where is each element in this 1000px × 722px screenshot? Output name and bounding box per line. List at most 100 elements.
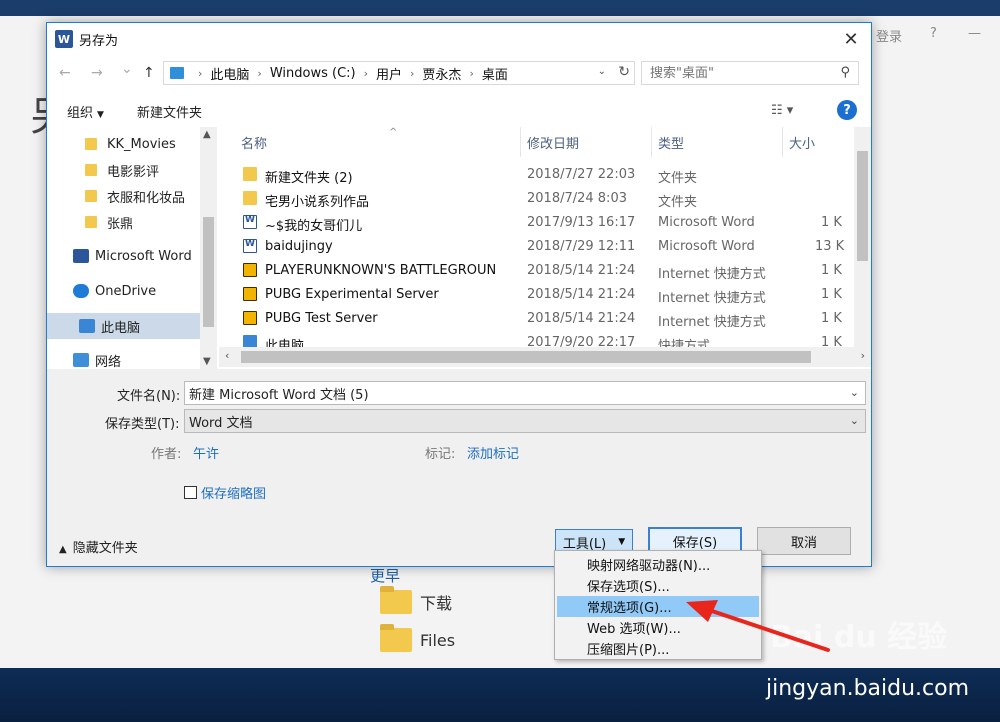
nav-item-microsoft-word[interactable]: Microsoft Word (47, 243, 200, 269)
folder-icon (243, 167, 257, 181)
nav-item-zhangding[interactable]: 张鼎 (47, 209, 200, 235)
cloud-icon (73, 284, 89, 298)
organize-button[interactable]: 组织 ▼ (67, 102, 104, 121)
chevron-left-icon[interactable]: ‹ (225, 349, 229, 362)
network-icon (73, 353, 89, 367)
file-row[interactable]: ~$我的女哥们儿 2017/9/13 16:17 Microsoft Word … (219, 211, 851, 235)
dialog-titlebar[interactable]: W 另存为 ✕ (47, 23, 871, 55)
computer-icon (170, 67, 184, 79)
nav-item-movie-reviews[interactable]: 电影影评 (47, 157, 200, 183)
add-tags-link[interactable]: 添加标记 (467, 443, 519, 462)
word-doc-icon (243, 239, 257, 253)
recent-item-files[interactable]: Files (380, 624, 456, 652)
search-box[interactable]: ⚲ (641, 61, 859, 85)
column-header-type[interactable]: 类型 (652, 127, 783, 157)
filename-field[interactable]: 新建 Microsoft Word 文档 (5) ⌄ (184, 381, 866, 405)
filetype-value: Word 文档 (189, 415, 253, 431)
menu-item-map-network-drive[interactable]: 映射网络驱动器(N)... (557, 554, 759, 575)
column-header-name[interactable]: 名称 ^ (235, 127, 521, 157)
watermark-url: jingyan.baidu.com (766, 676, 970, 701)
filename-value: 新建 Microsoft Word 文档 (5) (189, 387, 369, 403)
recent-item-label: Files (420, 630, 456, 650)
breadcrumb-item[interactable]: 贾永杰 (422, 64, 461, 83)
recent-item-label: 下载 (420, 594, 453, 613)
menu-item-compress-pictures[interactable]: 压缩图片(P)... (557, 638, 759, 659)
chevron-right-icon[interactable]: › (861, 349, 865, 362)
up-arrow-icon[interactable]: ↑ (143, 65, 155, 81)
file-list-vertical-scrollbar[interactable] (854, 127, 871, 347)
file-row[interactable]: baidujingy 2018/7/29 12:11 Microsoft Wor… (219, 235, 851, 259)
file-list-horizontal-scrollbar[interactable]: ‹ › (219, 347, 871, 367)
menu-item-save-options[interactable]: 保存选项(S)... (557, 575, 759, 596)
nav-item-clothes[interactable]: 衣服和化妆品 (47, 183, 200, 209)
save-as-dialog: W 另存为 ✕ ← → ⌄ ↑ › 此电脑 › Windows (C:) › 用… (46, 22, 872, 567)
nav-item-onedrive[interactable]: OneDrive (47, 278, 200, 304)
chevron-down-icon: ▼ (618, 537, 626, 547)
pubg-shortcut-icon (243, 263, 257, 277)
save-thumbnail-row[interactable]: 保存缩略图 (184, 483, 266, 502)
scrollbar-thumb[interactable] (203, 217, 214, 327)
file-row[interactable]: 新建文件夹 (2) 2018/7/27 22:03 文件夹 (219, 163, 851, 187)
nav-item-kk-movies[interactable]: KK_Movies (47, 131, 200, 157)
hide-folders-toggle[interactable]: ▲ 隐藏文件夹 (59, 537, 138, 556)
address-bar[interactable]: › 此电脑 › Windows (C:) › 用户 › 贾永杰 › 桌面 ⌄ ↻ (163, 61, 635, 85)
folder-icon (85, 138, 97, 150)
file-row[interactable]: PLAYERUNKNOWN'S BATTLEGROUN 2018/5/14 21… (219, 259, 851, 283)
save-thumbnail-label: 保存缩略图 (201, 487, 267, 502)
scrollbar-thumb[interactable] (857, 151, 868, 261)
pubg-shortcut-icon (243, 311, 257, 325)
word-title-bar (0, 0, 1000, 16)
forward-arrow-icon[interactable]: → (91, 65, 103, 81)
nav-pane-scrollbar[interactable]: ▲ ▼ (200, 127, 217, 369)
view-options-icon[interactable]: ☷ ▾ (771, 103, 793, 118)
column-header-date[interactable]: 修改日期 (521, 127, 652, 157)
menu-item-web-options[interactable]: Web 选项(W)... (557, 617, 759, 638)
recent-item-downloads[interactable]: 下载 (380, 586, 453, 614)
column-header-size[interactable]: 大小 (783, 127, 855, 157)
nav-item-this-pc[interactable]: 此电脑 (47, 313, 200, 339)
word-doc-icon (243, 215, 257, 229)
refresh-icon[interactable]: ↻ (618, 64, 630, 80)
filetype-label: 保存类型(T): (105, 417, 180, 432)
breadcrumb-item[interactable]: Windows (C:) (270, 66, 356, 81)
folder-icon (85, 164, 97, 176)
close-button[interactable]: ✕ (839, 27, 863, 51)
file-row[interactable]: PUBG Test Server 2018/5/14 21:24 Interne… (219, 307, 851, 331)
chevron-down-icon[interactable]: ⌄ (598, 66, 606, 77)
navigation-bar: ← → ⌄ ↑ › 此电脑 › Windows (C:) › 用户 › 贾永杰 … (47, 55, 871, 91)
chevron-down-icon[interactable]: ▼ (203, 356, 211, 367)
recent-locations-icon[interactable]: ⌄ (121, 61, 133, 77)
word-app-icon: W (55, 30, 73, 48)
scrollbar-thumb[interactable] (241, 351, 811, 363)
author-value[interactable]: 午许 (193, 443, 219, 462)
menu-item-general-options[interactable]: 常规选项(G)... (557, 596, 759, 617)
chevron-down-icon[interactable]: ⌄ (850, 414, 859, 427)
search-input[interactable] (650, 65, 830, 81)
chevron-up-icon[interactable]: ▲ (203, 129, 211, 140)
search-icon: ⚲ (840, 65, 850, 80)
tools-menu: 映射网络驱动器(N)... 保存选项(S)... 常规选项(G)... Web … (554, 550, 762, 660)
minimize-button[interactable]: — (968, 26, 981, 41)
folder-icon (85, 216, 97, 228)
baidu-watermark: Bai du 经验 (770, 620, 948, 655)
new-folder-button[interactable]: 新建文件夹 (137, 102, 202, 121)
breadcrumb-item[interactable]: 此电脑 (210, 64, 249, 83)
author-label: 作者: (151, 447, 182, 462)
filetype-select[interactable]: Word 文档 ⌄ (184, 409, 866, 433)
breadcrumb-item[interactable]: 用户 (376, 64, 402, 83)
file-row[interactable]: 宅男小说系列作品 2018/7/24 8:03 文件夹 (219, 187, 851, 211)
navigation-pane: KK_Movies 电影影评 衣服和化妆品 张鼎 Microsoft Word … (47, 127, 217, 369)
command-bar: 组织 ▼ 新建文件夹 ☷ ▾ ? (47, 91, 871, 127)
help-button[interactable]: ? (930, 26, 937, 41)
file-row[interactable]: PUBG Experimental Server 2018/5/14 21:24… (219, 283, 851, 307)
breadcrumb-item[interactable]: 桌面 (482, 64, 508, 83)
login-link[interactable]: 登录 (876, 26, 902, 45)
word-icon (73, 249, 89, 263)
cancel-button[interactable]: 取消 (757, 527, 851, 555)
nav-item-network[interactable]: 网络 (47, 347, 200, 369)
help-icon[interactable]: ? (837, 100, 857, 120)
save-thumbnail-checkbox[interactable] (184, 486, 197, 499)
pubg-shortcut-icon (243, 287, 257, 301)
chevron-down-icon[interactable]: ⌄ (850, 386, 859, 399)
back-arrow-icon[interactable]: ← (59, 65, 71, 81)
